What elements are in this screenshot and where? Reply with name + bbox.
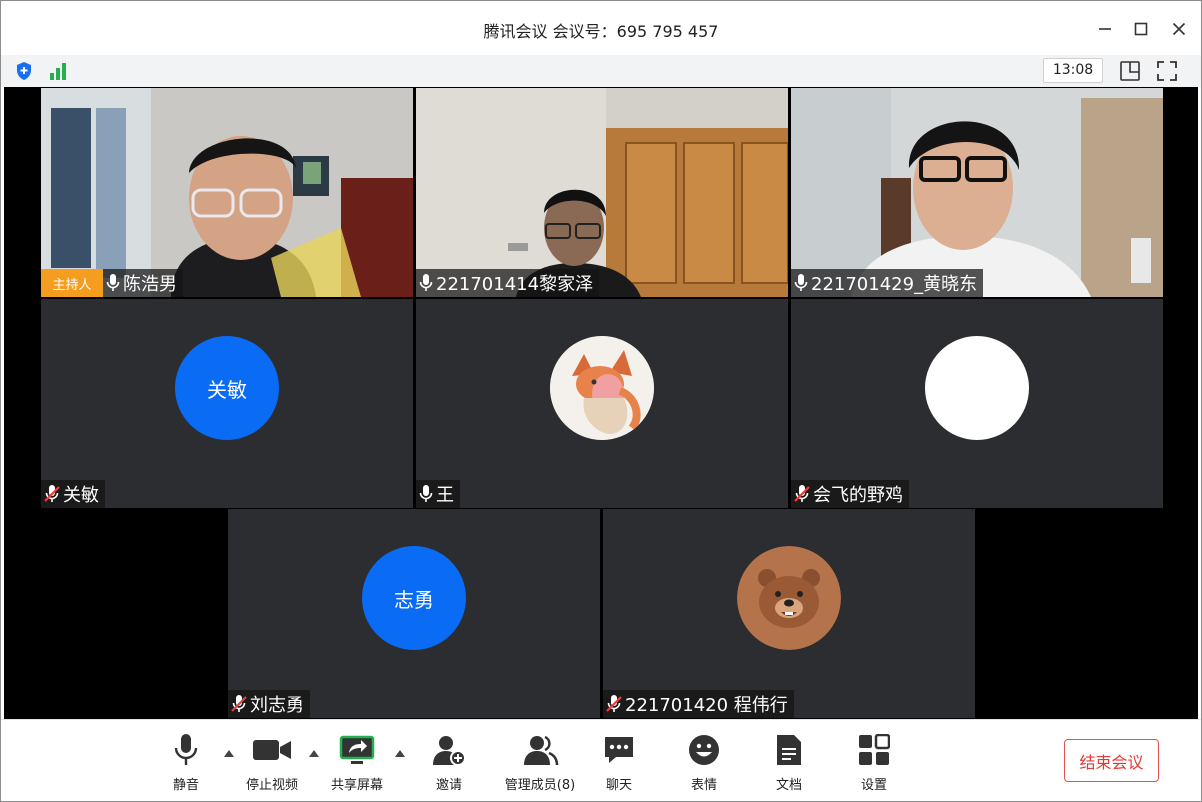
video-tile[interactable]: 关敏 关敏 xyxy=(41,299,413,508)
video-tile[interactable]: 221701420 程伟行 xyxy=(603,509,975,718)
layout-icon xyxy=(1120,61,1140,81)
video-camera-icon xyxy=(253,740,291,760)
muted-microphone-icon xyxy=(606,695,622,712)
security-shield-icon[interactable] xyxy=(13,60,35,86)
window-title: 腾讯会议 会议号：695 795 457 xyxy=(483,22,719,41)
participant-name: 221701429_黄晓东 xyxy=(811,274,978,295)
participant-name: 刘志勇 xyxy=(250,695,304,716)
microphone-icon xyxy=(419,274,433,291)
fullscreen-button[interactable] xyxy=(1155,59,1179,83)
video-tile[interactable]: 221701429_黄晓东 xyxy=(791,88,1163,297)
manage-members-button[interactable]: 管理成员(8) xyxy=(495,728,585,798)
minimize-icon xyxy=(1099,28,1111,30)
meeting-toolbar: 静音 停止视频 共享屏幕 邀请 管理成员(8) 聊天 表情 文档 设置 结束会议 xyxy=(1,719,1201,801)
participant-name: 关敏 xyxy=(63,485,99,506)
participant-name: 221701420 程伟行 xyxy=(625,695,788,716)
participant-name-bar: 关敏 xyxy=(41,480,105,508)
video-tile[interactable]: 王 xyxy=(416,299,788,508)
fullscreen-icon xyxy=(1157,61,1177,81)
host-badge: 主持人 xyxy=(41,269,103,297)
close-icon xyxy=(1172,22,1186,36)
grid-settings-icon xyxy=(859,734,890,765)
emoji-button[interactable]: 表情 xyxy=(664,728,744,798)
participant-name-bar: 会飞的野鸡 xyxy=(791,480,909,508)
microphone-icon xyxy=(419,485,433,502)
maximize-button[interactable] xyxy=(1123,13,1159,45)
mute-button[interactable]: 静音 xyxy=(146,728,226,798)
participant-name-bar: 221701420 程伟行 xyxy=(603,690,794,718)
chat-button[interactable]: 聊天 xyxy=(579,728,659,798)
video-tile[interactable]: 主持人 陈浩男 xyxy=(41,88,413,297)
video-grid: 主持人 陈浩男 221701414黎家泽 221701429_黄晓东 关敏 关敏… xyxy=(4,87,1198,719)
video-tile[interactable]: 221701414黎家泽 xyxy=(416,88,788,297)
network-signal-icon[interactable] xyxy=(47,60,69,86)
microphone-icon xyxy=(174,734,198,765)
participant-name: 221701414黎家泽 xyxy=(436,274,594,295)
meeting-window: 腾讯会议 会议号：695 795 457 13:08 主持人 陈浩男 22170… xyxy=(0,0,1202,802)
status-bar: 13:08 xyxy=(1,55,1201,87)
share-options-caret-icon[interactable] xyxy=(393,747,407,759)
participant-avatar: 关敏 xyxy=(175,336,279,440)
participant-name: 陈浩男 xyxy=(123,274,177,295)
camera-feed xyxy=(416,88,788,297)
participant-name-bar: 陈浩男 xyxy=(103,269,183,297)
participant-name-bar: 221701414黎家泽 xyxy=(416,269,600,297)
camera-feed xyxy=(791,88,1163,297)
participant-avatar xyxy=(925,336,1029,440)
share-screen-button[interactable]: 共享屏幕 xyxy=(317,728,397,798)
video-tile[interactable]: 会飞的野鸡 xyxy=(791,299,1163,508)
video-tile[interactable]: 志勇 刘志勇 xyxy=(228,509,600,718)
settings-button[interactable]: 设置 xyxy=(834,728,914,798)
microphone-icon xyxy=(106,274,120,291)
maximize-icon xyxy=(1134,22,1148,36)
muted-microphone-icon xyxy=(231,695,247,712)
muted-microphone-icon xyxy=(44,485,60,502)
participant-avatar-image xyxy=(737,546,841,650)
muted-microphone-icon xyxy=(794,485,810,502)
microphone-icon xyxy=(794,274,808,291)
smiley-icon xyxy=(689,735,719,765)
participant-name: 会飞的野鸡 xyxy=(813,485,903,506)
stop-video-button[interactable]: 停止视频 xyxy=(232,728,312,798)
participant-name-bar: 221701429_黄晓东 xyxy=(791,269,984,297)
participant-avatar-image xyxy=(550,336,654,440)
add-person-icon xyxy=(433,736,466,766)
participant-name: 王 xyxy=(436,485,454,506)
layout-toggle-button[interactable] xyxy=(1118,59,1142,83)
documents-button[interactable]: 文档 xyxy=(749,728,829,798)
invite-button[interactable]: 邀请 xyxy=(409,728,489,798)
minimize-button[interactable] xyxy=(1087,13,1123,45)
members-icon xyxy=(524,735,559,766)
title-bar: 腾讯会议 会议号：695 795 457 xyxy=(1,1,1201,57)
camera-feed xyxy=(41,88,413,297)
close-button[interactable] xyxy=(1161,13,1197,45)
participant-name-bar: 王 xyxy=(416,480,460,508)
chat-bubble-icon xyxy=(605,737,633,763)
share-screen-icon xyxy=(339,735,375,764)
document-icon xyxy=(777,735,801,765)
participant-avatar: 志勇 xyxy=(362,546,466,650)
participant-name-bar: 刘志勇 xyxy=(228,690,310,718)
end-meeting-button[interactable]: 结束会议 xyxy=(1064,739,1159,782)
meeting-clock: 13:08 xyxy=(1043,58,1103,83)
